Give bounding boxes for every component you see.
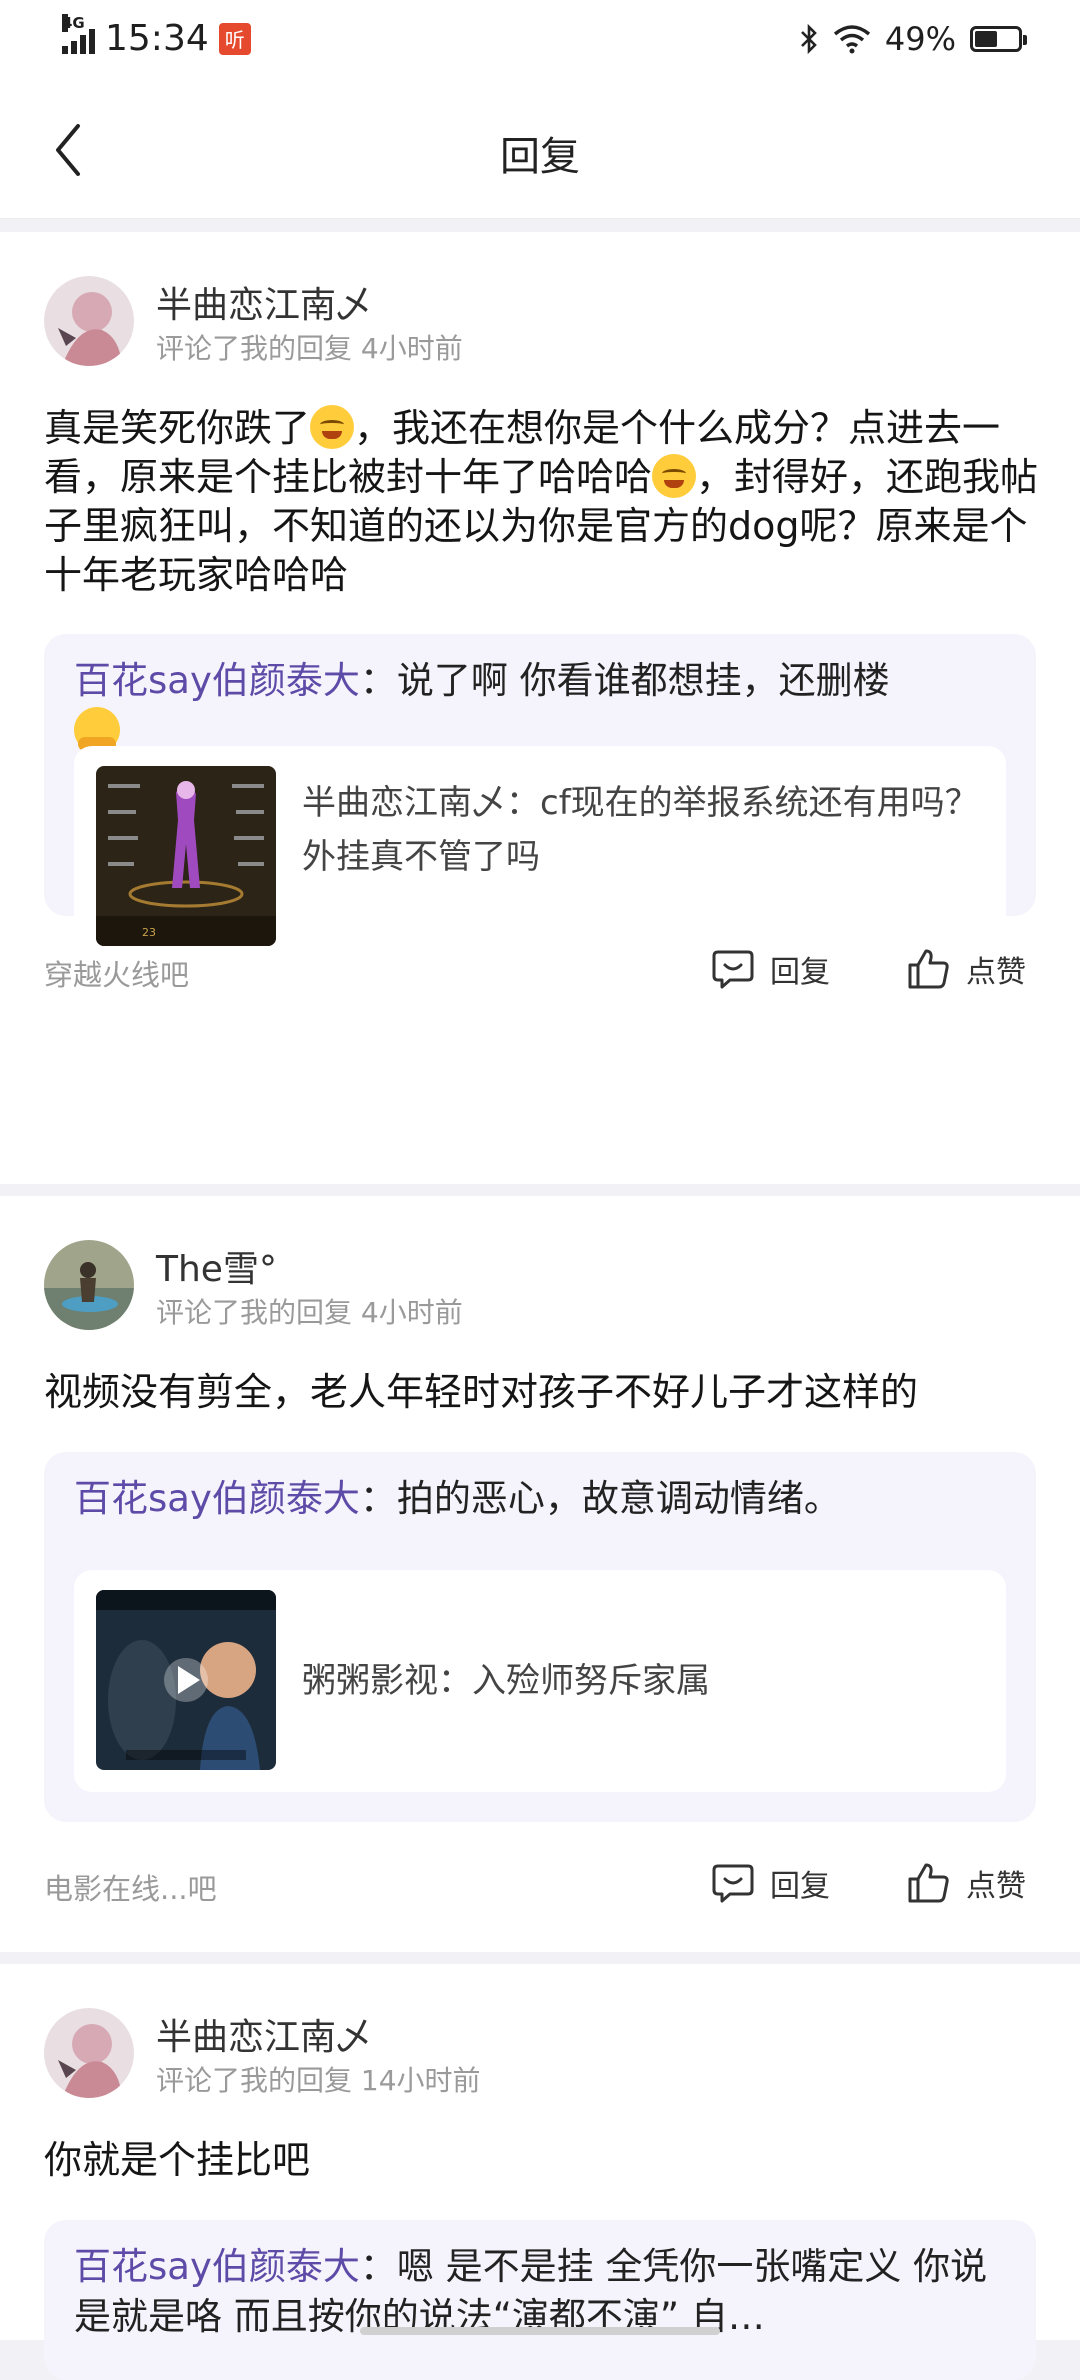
notification-card[interactable]: The雪° 评论了我的回复 4小时前 视频没有剪全，老人年轻时对孩子不好儿子才这… <box>0 1196 1080 1952</box>
thumbs-up-icon <box>908 1863 949 1903</box>
comment-text[interactable]: 视频没有剪全，老人年轻时对孩子不好儿子才这样的 <box>44 1368 1039 1417</box>
signal-icon: 4G <box>62 13 95 54</box>
top-bar: 回复 <box>0 84 1080 219</box>
comment-text[interactable]: 真是笑死你跌了 ，我还在想你是个什么成分？点进去一看，原来是个挂比被封十年了哈哈哈… <box>44 404 1039 600</box>
notification-meta: 评论了我的回复 4小时前 <box>156 1296 463 1329</box>
notification-meta: 评论了我的回复 4小时前 <box>156 332 463 365</box>
status-bar: 4G 15:34 听 49% <box>0 0 1080 84</box>
notification-meta: 评论了我的回复 14小时前 <box>156 2064 481 2097</box>
username[interactable]: 半曲恋江南乄 <box>156 2008 372 2060</box>
reply-button[interactable]: 回复 <box>710 1860 830 1906</box>
post-thumbnail: 23 <box>96 766 276 946</box>
comment-text[interactable]: 你就是个挂比吧 <box>44 2136 1039 2185</box>
notification-card[interactable]: 半曲恋江南乄 评论了我的回复 4小时前 真是笑死你跌了 ，我还在想你是个什么成分？… <box>0 232 1080 1184</box>
username[interactable]: The雪° <box>156 1240 277 1292</box>
username[interactable]: 半曲恋江南乄 <box>156 276 372 328</box>
battery-percent: 49% <box>884 20 956 58</box>
battery-icon <box>970 26 1027 52</box>
wifi-icon <box>833 25 870 54</box>
avatar[interactable] <box>44 1240 134 1330</box>
comment-icon <box>712 1864 754 1903</box>
laughing-emoji-icon <box>310 405 355 449</box>
forum-name[interactable]: 电影在线...吧 <box>44 1866 217 1908</box>
my-reply-quote[interactable]: 百花say伯颜泰大：嗯 是不是挂 全凭你一张嘴定义 你说是就是咯 而且按你的说法… <box>44 2220 1036 2380</box>
forum-name[interactable]: 穿越火线吧 <box>44 952 189 994</box>
quote-author[interactable]: 百花say伯颜泰大 <box>74 1477 360 1520</box>
original-post-text: 半曲恋江南乄：cf现在的举报系统还有用吗？外挂真不管了吗 <box>302 783 979 877</box>
comment-icon <box>712 950 754 989</box>
thumbs-up-icon <box>908 949 949 989</box>
like-button[interactable]: 点赞 <box>906 946 1026 992</box>
reply-button[interactable]: 回复 <box>710 946 830 992</box>
clock: 15:34 <box>105 18 209 59</box>
page-title: 回复 <box>500 134 580 180</box>
notification-card[interactable]: 半曲恋江南乄 评论了我的回复 14小时前 你就是个挂比吧 百花say伯颜泰大：嗯… <box>0 1964 1080 2380</box>
avatar[interactable] <box>44 276 134 366</box>
original-post-text: 粥粥影视：入殓师努斥家属 <box>302 1661 710 1701</box>
like-button[interactable]: 点赞 <box>906 1860 1026 1906</box>
listen-app-icon: 听 <box>218 22 251 55</box>
avatar[interactable] <box>44 2008 134 2098</box>
svg-text:23: 23 <box>142 926 156 939</box>
my-reply-quote[interactable]: 百花say伯颜泰大：说了啊 你看谁都想挂，还删楼 23 半曲恋江南乄：cf现在的… <box>44 634 1036 968</box>
original-post[interactable]: 23 半曲恋江南乄：cf现在的举报系统还有用吗？外挂真不管了吗 <box>74 746 1006 968</box>
video-thumbnail <box>96 1590 276 1770</box>
quote-line: 百花say伯颜泰大：说了啊 你看谁都想挂，还删楼 <box>74 656 1014 756</box>
laughing-emoji-icon <box>652 454 697 498</box>
my-reply-quote[interactable]: 百花say伯颜泰大：拍的恶心，故意调动情绪。 粥粥影视：入殓师努斥家属 <box>44 1452 1036 1822</box>
home-indicator[interactable] <box>360 2327 720 2335</box>
quote-author[interactable]: 百花say伯颜泰大 <box>74 2245 360 2288</box>
bluetooth-icon <box>800 23 817 55</box>
quote-author[interactable]: 百花say伯颜泰大 <box>74 659 360 702</box>
original-post[interactable]: 粥粥影视：入殓师努斥家属 <box>74 1570 1006 1792</box>
quote-line: 百花say伯颜泰大：拍的恶心，故意调动情绪。 <box>74 1477 841 1520</box>
